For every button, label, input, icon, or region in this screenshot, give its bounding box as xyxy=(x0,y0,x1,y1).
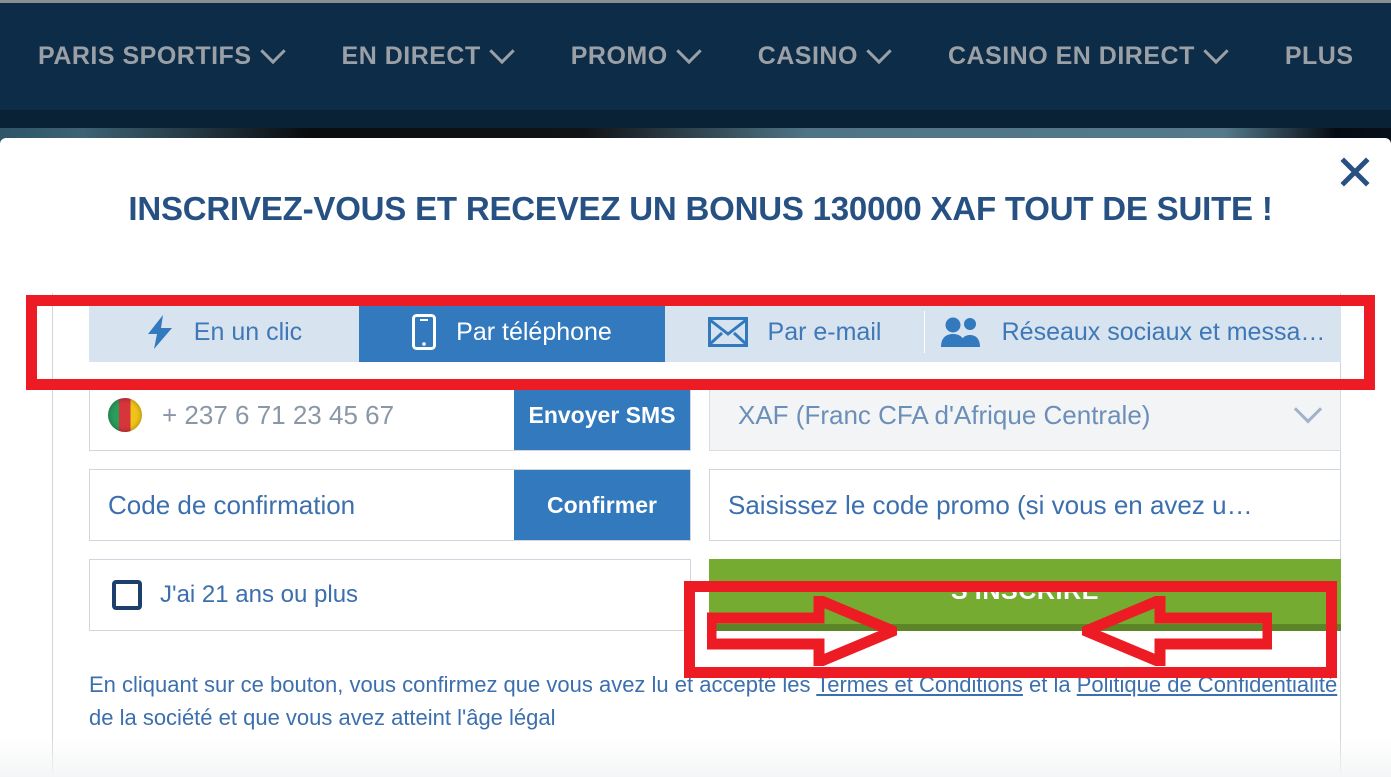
chevron-down-icon xyxy=(1293,395,1323,424)
age-checkbox[interactable] xyxy=(112,580,142,610)
currency-field-wrapper: XAF (Franc CFA d'Afrique Centrale) xyxy=(709,379,1341,451)
nav-item-paris-sportifs[interactable]: PARIS SPORTIFS xyxy=(38,38,286,71)
chevron-down-icon xyxy=(675,38,702,64)
registration-method-tabs: En un clic Par téléphone Par e-mail Rése… xyxy=(89,302,1341,362)
site-header: PARIS SPORTIFS EN DIRECT PROMO CASINO CA… xyxy=(0,0,1391,110)
tab-one-click-label: En un clic xyxy=(193,317,303,346)
confirmation-code-input[interactable]: Code de confirmation xyxy=(90,470,514,540)
tab-par-email-label: Par e-mail xyxy=(767,317,882,346)
privacy-policy-link[interactable]: Politique de Confidentialité xyxy=(1077,672,1338,697)
register-button[interactable]: S'INSCRIRE xyxy=(709,559,1341,631)
backdrop-strip xyxy=(0,110,1391,129)
nav-item-label: PARIS SPORTIFS xyxy=(38,42,252,70)
nav-item-en-direct[interactable]: EN DIRECT xyxy=(341,38,515,71)
registration-form-card: En un clic Par téléphone Par e-mail Rése… xyxy=(52,293,1341,777)
nav-item-label: CASINO EN DIRECT xyxy=(947,42,1195,70)
main-navigation: PARIS SPORTIFS EN DIRECT PROMO CASINO CA… xyxy=(0,3,1391,110)
terms-and-conditions-link[interactable]: Termes et Conditions xyxy=(816,672,1023,697)
close-icon[interactable] xyxy=(1333,150,1377,194)
confirmation-code-wrapper: Code de confirmation Confirmer xyxy=(89,469,691,541)
promo-code-input-group: Saisissez le code promo (si vous en avez… xyxy=(709,469,1341,541)
nav-item-casino[interactable]: CASINO xyxy=(757,38,892,71)
mobile-phone-icon xyxy=(412,314,437,350)
nav-item-label: EN DIRECT xyxy=(341,42,481,70)
form-row-codes: Code de confirmation Confirmer Saisissez… xyxy=(89,469,1341,541)
confirmation-code-input-group: Code de confirmation Confirmer xyxy=(89,469,691,541)
promo-code-placeholder: Saisissez le code promo (si vous en avez… xyxy=(728,489,1253,520)
legal-disclaimer: En cliquant sur ce bouton, vous confirme… xyxy=(89,668,1341,734)
lightning-bolt-icon xyxy=(146,315,174,349)
legal-text-part2: et la xyxy=(1022,672,1077,697)
nav-item-label: PLUS xyxy=(1284,42,1354,70)
promo-code-input[interactable]: Saisissez le code promo (si vous en avez… xyxy=(710,470,1340,540)
age-checkbox-label: J'ai 21 ans ou plus xyxy=(160,581,359,608)
register-button-wrapper: S'INSCRIRE xyxy=(709,559,1341,631)
page-title: INSCRIVEZ-VOUS ET RECEVEZ UN BONUS 13000… xyxy=(128,190,1273,227)
form-row-phone: + 237 6 71 23 45 67 Envoyer SMS XAF (Fra… xyxy=(89,379,1341,451)
nav-item-promo[interactable]: PROMO xyxy=(570,38,702,71)
tab-one-click[interactable]: En un clic xyxy=(89,302,359,362)
nav-item-label: PROMO xyxy=(570,42,668,70)
tab-reseaux-sociaux[interactable]: Réseaux sociaux et messa… xyxy=(924,302,1341,362)
phone-field-wrapper: + 237 6 71 23 45 67 Envoyer SMS xyxy=(89,379,691,451)
form-row-submit: J'ai 21 ans ou plus S'INSCRIRE xyxy=(89,559,1341,631)
confirmation-code-placeholder: Code de confirmation xyxy=(108,489,356,520)
phone-input[interactable]: + 237 6 71 23 45 67 xyxy=(90,380,514,450)
currency-select[interactable]: XAF (Franc CFA d'Afrique Centrale) xyxy=(709,379,1341,451)
nav-item-casino-en-direct[interactable]: CASINO EN DIRECT xyxy=(947,38,1229,71)
currency-select-value: XAF (Franc CFA d'Afrique Centrale) xyxy=(738,399,1151,430)
tab-par-email[interactable]: Par e-mail xyxy=(665,302,924,362)
registration-modal: INSCRIVEZ-VOUS ET RECEVEZ UN BONUS 13000… xyxy=(0,138,1391,777)
chevron-down-icon xyxy=(259,38,286,64)
chevron-down-icon xyxy=(489,38,515,64)
chevron-down-icon xyxy=(866,38,892,64)
nav-item-label: CASINO xyxy=(757,42,858,70)
people-group-icon xyxy=(940,316,982,348)
envelope-icon xyxy=(707,317,748,347)
legal-text-part1: En cliquant sur ce bouton, vous confirme… xyxy=(89,672,817,697)
confirm-button[interactable]: Confirmer xyxy=(514,470,690,540)
cameroon-flag-icon xyxy=(108,398,142,432)
promo-code-wrapper: Saisissez le code promo (si vous en avez… xyxy=(709,469,1341,541)
tab-par-telephone[interactable]: Par téléphone xyxy=(359,302,665,362)
tab-par-telephone-label: Par téléphone xyxy=(456,317,612,346)
send-sms-button[interactable]: Envoyer SMS xyxy=(514,380,690,450)
age-consent-row[interactable]: J'ai 21 ans ou plus xyxy=(89,559,691,631)
phone-input-group: + 237 6 71 23 45 67 Envoyer SMS xyxy=(89,379,691,451)
tab-reseaux-sociaux-label: Réseaux sociaux et messa… xyxy=(1001,317,1326,346)
chevron-down-icon xyxy=(1203,38,1229,64)
phone-placeholder: + 237 6 71 23 45 67 xyxy=(162,399,395,430)
age-consent-wrapper: J'ai 21 ans ou plus xyxy=(89,559,691,631)
legal-text-part3: de la société et que vous avez atteint l… xyxy=(89,705,556,730)
nav-item-plus[interactable]: PLUS xyxy=(1285,42,1354,71)
